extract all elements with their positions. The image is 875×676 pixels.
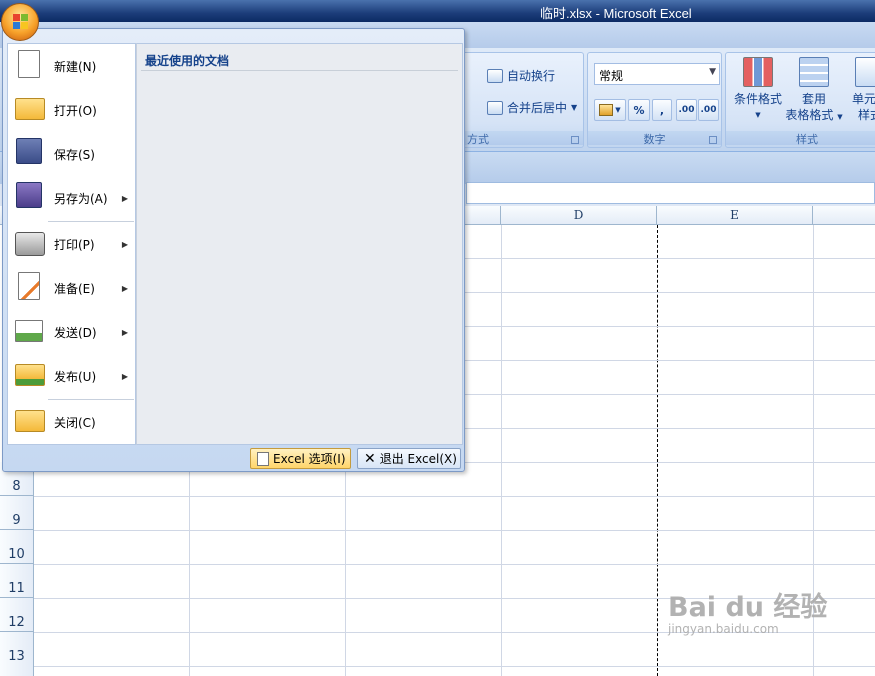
column-header-f[interactable] [813, 206, 875, 225]
chevron-down-icon: ▼ [755, 111, 761, 119]
menu-item-close[interactable]: 关闭(C) [8, 400, 136, 444]
cell-styles-button[interactable]: 单元格 样式 [840, 57, 875, 123]
currency-button[interactable]: ▼ [594, 99, 626, 121]
recent-documents-title: 最近使用的文档 [145, 54, 230, 68]
formula-input[interactable] [466, 182, 875, 204]
dialog-launcher-icon[interactable] [571, 136, 579, 144]
format-as-table-button[interactable]: 套用 表格格式 ▼ [784, 57, 844, 125]
decrease-decimal-button[interactable]: .00 [698, 99, 719, 121]
prepare-icon [18, 272, 40, 300]
office-logo-icon [13, 14, 29, 30]
currency-icon [599, 104, 614, 116]
increase-decimal-button[interactable]: .00 [676, 99, 697, 121]
comma-button[interactable]: , [652, 99, 672, 121]
submenu-arrow-icon: ▶ [121, 327, 128, 337]
save-as-icon [16, 182, 42, 208]
merge-center-button[interactable]: 合并后居中 ▼ [487, 99, 577, 116]
save-disk-icon [16, 138, 42, 164]
number-group: 常规 ▼ ▼ % , .00 .00 数字 [587, 52, 722, 148]
menu-item-prepare[interactable]: 准备(E) ▶ [8, 266, 136, 310]
send-icon [15, 320, 43, 342]
new-document-icon [18, 50, 40, 78]
chevron-down-icon: ▼ [615, 106, 621, 114]
menu-item-save[interactable]: 保存(S) [8, 132, 136, 176]
gridline [34, 530, 875, 531]
office-button[interactable] [1, 3, 39, 41]
gridline [34, 564, 875, 565]
styles-group-label: 样式 [726, 131, 875, 146]
wrap-text-icon [487, 68, 503, 83]
exit-excel-button[interactable]: ✕ 退出 Excel(X) [357, 448, 461, 469]
excel-options-button[interactable]: Excel 选项(I) [250, 448, 351, 469]
submenu-arrow-icon: ▶ [121, 283, 128, 293]
chevron-down-icon: ▼ [709, 67, 716, 77]
chevron-down-icon: ▼ [571, 103, 578, 112]
row-header-13[interactable]: 13 [0, 632, 34, 676]
submenu-arrow-icon: ▶ [121, 193, 128, 203]
row-header-12[interactable]: 12 [0, 598, 34, 632]
office-menu: 新建(N) 打开(O) 保存(S) 另存为(A) ▶ 打印(P) ▶ 准备(E)… [2, 28, 465, 472]
column-header-e[interactable]: E [657, 206, 813, 225]
submenu-arrow-icon: ▶ [121, 371, 128, 381]
menu-item-print[interactable]: 打印(P) ▶ [8, 222, 136, 266]
menu-item-open[interactable]: 打开(O) [8, 88, 136, 132]
window-title: 临时.xlsx - Microsoft Excel [540, 6, 692, 21]
conditional-format-button[interactable]: 条件格式 ▼ [728, 57, 788, 123]
menu-separator [141, 70, 458, 71]
table-format-icon [799, 57, 829, 87]
number-format-select[interactable]: 常规 ▼ [594, 63, 720, 85]
row-header-9[interactable]: 9 [0, 496, 34, 530]
title-bar: 临时.xlsx - Microsoft Excel [0, 0, 875, 22]
menu-item-publish[interactable]: 发布(U) ▶ [8, 354, 136, 398]
styles-group: 条件格式 ▼ 套用 表格格式 ▼ 单元格 样式 样式 [725, 52, 875, 148]
cell-styles-icon [855, 57, 875, 87]
submenu-arrow-icon: ▶ [121, 239, 128, 249]
printer-icon [15, 232, 45, 256]
dialog-launcher-icon[interactable] [709, 136, 717, 144]
row-header-11[interactable]: 11 [0, 564, 34, 598]
column-header-d[interactable]: D [501, 206, 657, 225]
office-menu-commands: 新建(N) 打开(O) 保存(S) 另存为(A) ▶ 打印(P) ▶ 准备(E)… [7, 43, 136, 445]
gridline [34, 666, 875, 667]
close-folder-icon [15, 410, 45, 432]
percent-button[interactable]: % [628, 99, 650, 121]
merge-cells-icon [487, 100, 503, 115]
row-header-10[interactable]: 10 [0, 530, 34, 564]
open-folder-icon [15, 98, 45, 120]
menu-item-save-as[interactable]: 另存为(A) ▶ [8, 176, 136, 220]
baidu-watermark: Bai du 经验 jingyan.baidu.com [668, 592, 828, 636]
gridline [34, 496, 875, 497]
conditional-format-icon [743, 57, 773, 87]
publish-icon [15, 364, 45, 386]
menu-item-new[interactable]: 新建(N) [8, 44, 136, 88]
number-group-label: 数字 [588, 131, 721, 146]
wrap-text-button[interactable]: 自动换行 [487, 67, 555, 84]
close-icon: ✕ [364, 450, 376, 467]
menu-item-send[interactable]: 发送(D) ▶ [8, 310, 136, 354]
options-icon [257, 451, 269, 466]
recent-documents-panel: 最近使用的文档 [136, 43, 463, 445]
